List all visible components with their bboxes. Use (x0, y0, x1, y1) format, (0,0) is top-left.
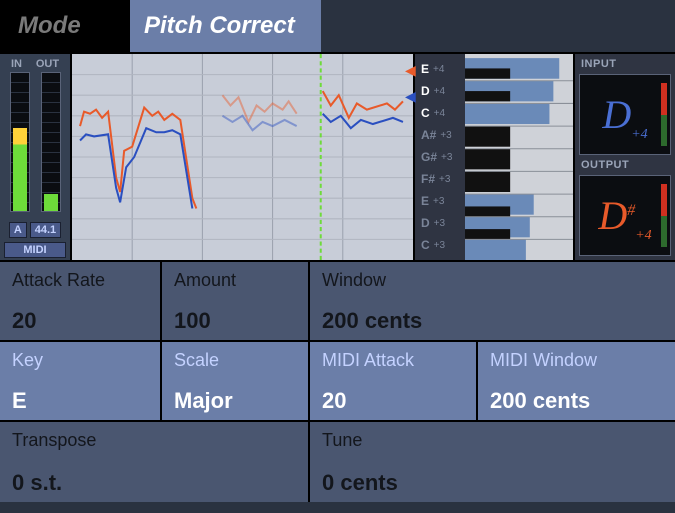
header-bar: Mode Pitch Correct (0, 0, 675, 52)
note-row: D+4 (415, 80, 465, 102)
note-row: C+4 (415, 102, 465, 124)
level-meters: IN OUT A 44.1 MIDI (0, 54, 70, 260)
note-row: F#+3 (415, 168, 465, 190)
note-row: E+3 (415, 190, 465, 212)
samplerate-button[interactable]: 44.1 (30, 222, 61, 238)
note-column: E+4 D+4 C+4 A#+3 G#+3 F#+3 E+3 D+3 C+3 (415, 54, 465, 260)
note-row: C+3 (415, 234, 465, 256)
pitch-graph[interactable] (70, 54, 415, 260)
piano-keys[interactable] (465, 54, 573, 260)
page-title: Pitch Correct (130, 0, 321, 52)
param-scale[interactable]: Scale Major (162, 342, 310, 420)
param-midi-window[interactable]: MIDI Window 200 cents (478, 342, 675, 420)
marker-detected-icon: ◀ (405, 62, 416, 79)
meter-out (41, 72, 61, 212)
midi-button[interactable]: MIDI (4, 242, 66, 258)
io-panel: INPUT D+4 OUTPUT D#+4 (575, 54, 675, 260)
output-note-display: D#+4 (579, 175, 671, 256)
piano-panel: ◀ ◀ E+4 D+4 C+4 A#+3 G#+3 F#+3 E+3 D+3 C… (415, 54, 575, 260)
meter-in (10, 72, 30, 212)
note-row: E+4 (415, 58, 465, 80)
param-attack-rate[interactable]: Attack Rate 20 (0, 262, 162, 340)
header-filler (321, 0, 675, 52)
note-row: G#+3 (415, 146, 465, 168)
parameter-grid: Attack Rate 20 Amount 100 Window 200 cen… (0, 260, 675, 502)
param-midi-attack[interactable]: MIDI Attack 20 (310, 342, 478, 420)
param-transpose[interactable]: Transpose 0 s.t. (0, 422, 310, 502)
output-label: OUTPUT (579, 159, 671, 171)
param-amount[interactable]: Amount 100 (162, 262, 310, 340)
mode-tab[interactable]: Mode (0, 0, 130, 52)
param-window[interactable]: Window 200 cents (310, 262, 675, 340)
a-button[interactable]: A (9, 222, 27, 238)
marker-corrected-icon: ◀ (405, 88, 416, 105)
input-led-icon (661, 83, 667, 146)
input-note-display: D+4 (579, 74, 671, 155)
note-row: A#+3 (415, 124, 465, 146)
input-label: INPUT (579, 58, 671, 70)
param-tune[interactable]: Tune 0 cents (310, 422, 675, 502)
note-row: D+3 (415, 212, 465, 234)
meter-out-label: OUT (36, 58, 59, 70)
visual-strip: IN OUT A 44.1 MIDI (0, 52, 675, 260)
meter-in-label: IN (11, 58, 22, 70)
param-key[interactable]: Key E (0, 342, 162, 420)
output-led-icon (661, 184, 667, 247)
